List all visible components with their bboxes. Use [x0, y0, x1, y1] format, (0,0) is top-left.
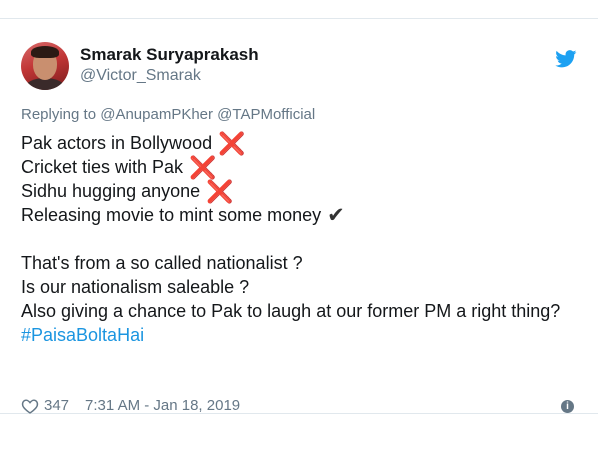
timestamp[interactable]: 7:31 AM - Jan 18, 2019	[85, 397, 240, 414]
check-mark-icon: ✔	[327, 204, 345, 227]
tweet-line-text: Releasing movie to mint some money	[21, 205, 322, 225]
tweet-line-text: That's from a so called nationalist ?	[21, 253, 303, 273]
tweet-line: Pak actors in Bollywood ❌	[21, 131, 581, 156]
tweet-line-text: Also giving a chance to Pak to laugh at …	[21, 301, 561, 321]
author-name[interactable]: Smarak Suryaprakash	[80, 45, 259, 65]
heart-icon[interactable]	[21, 398, 39, 414]
reply-mentions-link[interactable]: @AnupamPKher @TAPMofficial	[100, 106, 315, 123]
cross-mark-icon: ❌	[218, 131, 246, 156]
replying-label: Replying to	[21, 106, 97, 123]
tweet-line: Sidhu hugging anyone ❌	[21, 179, 581, 204]
tweet-line-text: Cricket ties with Pak	[21, 157, 184, 177]
author-handle[interactable]: @Victor_Smarak	[80, 67, 201, 85]
avatar-hair	[31, 46, 59, 58]
twitter-bird-icon[interactable]	[555, 50, 577, 68]
tweet-line: Is our nationalism saleable ?	[21, 275, 581, 299]
replying-to: Replying to @AnupamPKher @TAPMofficial	[21, 106, 315, 123]
hashtag-link[interactable]: #PaisaBoltaHai	[21, 325, 144, 345]
tweet-line-text: Pak actors in Bollywood	[21, 133, 213, 153]
likes-count[interactable]: 347	[44, 397, 69, 414]
tweet-line-text: Is our nationalism saleable ?	[21, 277, 250, 297]
cross-mark-icon: ❌	[206, 179, 234, 204]
tweet-text: Pak actors in Bollywood ❌ Cricket ties wi…	[21, 131, 581, 347]
tweet-line: Cricket ties with Pak ❌	[21, 155, 581, 180]
tweet-line: That's from a so called nationalist ?	[21, 251, 581, 275]
tweet-card: Smarak Suryaprakash @Victor_Smarak Reply…	[0, 18, 598, 414]
cross-mark-icon: ❌	[189, 155, 217, 180]
tweet-line-text: Sidhu hugging anyone	[21, 181, 201, 201]
avatar[interactable]	[21, 42, 69, 90]
tweet-meta: 347 7:31 AM - Jan 18, 2019	[21, 397, 240, 414]
info-icon[interactable]: i	[561, 400, 574, 413]
tweet-line: Also giving a chance to Pak to laugh at …	[21, 301, 560, 345]
tweet-line: Releasing movie to mint some money ✔	[21, 203, 581, 227]
